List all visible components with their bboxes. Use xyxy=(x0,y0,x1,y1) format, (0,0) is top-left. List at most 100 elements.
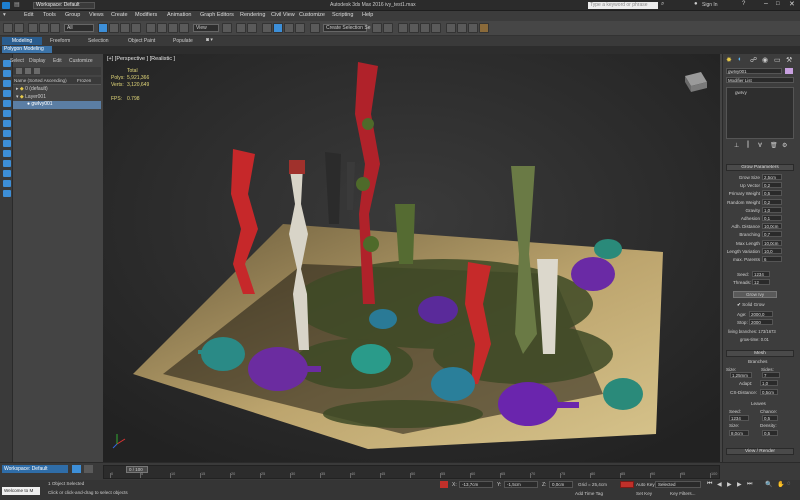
pin-stack-icon[interactable]: ⊥ xyxy=(734,142,739,149)
orbit-icon[interactable]: ◌ xyxy=(787,481,791,487)
sign-in-link[interactable]: Sign In xyxy=(702,2,718,8)
scene-tab-select[interactable]: Select xyxy=(10,58,24,64)
bind-space-warp-icon[interactable] xyxy=(50,23,60,33)
x-coord-field[interactable]: -13,7cm xyxy=(459,481,493,488)
search-input[interactable]: Type a keyword or phrase xyxy=(588,2,658,9)
undo-icon[interactable] xyxy=(3,23,13,33)
menu-create[interactable]: Create xyxy=(111,12,128,18)
menu-views[interactable]: Views xyxy=(89,12,104,18)
curve-editor-icon[interactable] xyxy=(420,23,430,33)
hierarchy-tab-icon[interactable]: ☍ xyxy=(750,56,757,64)
app-menu-icon[interactable]: ▾ xyxy=(3,12,6,18)
configure-sets-icon[interactable]: ⚙ xyxy=(782,142,787,149)
scene-tool-icon[interactable] xyxy=(3,120,11,127)
scene-tool-icon[interactable] xyxy=(3,180,11,187)
zoom-icon[interactable]: 🔍 xyxy=(765,481,772,488)
branch-size-input[interactable]: 1,25mm xyxy=(730,372,752,378)
schematic-view-icon[interactable] xyxy=(431,23,441,33)
isolate-toggle-icon[interactable] xyxy=(440,481,448,488)
scene-tool-icon[interactable] xyxy=(3,140,11,147)
percent-snap-icon[interactable] xyxy=(284,23,294,33)
filter-icon[interactable] xyxy=(34,68,40,74)
selection-region-icon[interactable] xyxy=(120,23,130,33)
unlink-icon[interactable] xyxy=(39,23,49,33)
adapt-input[interactable]: 1,0 xyxy=(760,380,778,386)
ribbon-options-icon[interactable]: ◙ ▾ xyxy=(206,37,213,43)
filter-icon[interactable] xyxy=(25,68,31,74)
menu-help[interactable]: Help xyxy=(362,12,373,18)
menu-modifiers[interactable]: Modifiers xyxy=(135,12,157,18)
menu-civil-view[interactable]: Civil View xyxy=(271,12,295,18)
column-frozen[interactable]: Frozen xyxy=(77,78,91,83)
show-end-result-icon[interactable]: ║ xyxy=(746,142,750,148)
window-crossing-icon[interactable] xyxy=(131,23,141,33)
param-input[interactable]: 10,0cm xyxy=(762,223,782,230)
create-tab-icon[interactable]: ✸ xyxy=(726,56,732,64)
keyboard-shortcut-icon[interactable] xyxy=(247,23,257,33)
perspective-viewport[interactable] xyxy=(103,54,720,462)
tab-freeform[interactable]: Freeform xyxy=(50,38,70,44)
menu-graph-editors[interactable]: Graph Editors xyxy=(200,12,234,18)
scene-tab-customize[interactable]: Customize xyxy=(69,58,93,64)
motion-tab-icon[interactable]: ◉ xyxy=(762,56,768,64)
select-link-icon[interactable] xyxy=(28,23,38,33)
move-icon[interactable] xyxy=(146,23,156,33)
leaves-seed-input[interactable]: 1234 xyxy=(729,415,749,421)
render-production-icon[interactable] xyxy=(479,23,489,33)
menu-rendering[interactable]: Rendering xyxy=(240,12,265,18)
app-logo-icon[interactable] xyxy=(2,2,10,9)
modifier-list-dropdown[interactable]: Modifier List xyxy=(726,77,794,83)
workspace-selector[interactable]: Workspace: Default xyxy=(2,465,68,473)
auto-key-button[interactable]: Auto Key xyxy=(636,482,655,487)
leaves-size-input[interactable]: 8,0cm xyxy=(729,430,749,436)
scene-explorer-toggle-icon[interactable] xyxy=(72,465,81,473)
quick-access-icon[interactable]: ▤ xyxy=(14,1,22,9)
display-tab-icon[interactable]: ▭ xyxy=(774,56,781,64)
timeline[interactable]: 0 / 100 0 5 10 15 20 25 30 35 40 45 50 55 60 65 70 75 80… xyxy=(103,465,720,479)
menu-group[interactable]: Group xyxy=(65,12,80,18)
mirror-icon[interactable] xyxy=(372,23,382,33)
spinner-snap-icon[interactable] xyxy=(295,23,305,33)
viewport-label[interactable]: [+] [Perspective ] [Realistic ] xyxy=(107,56,175,62)
param-input[interactable]: 1,0 xyxy=(762,206,782,213)
select-manipulate-icon[interactable] xyxy=(236,23,246,33)
modifier-stack-item[interactable]: gwIvy xyxy=(735,90,747,95)
rotate-icon[interactable] xyxy=(157,23,167,33)
scene-tool-icon[interactable] xyxy=(3,80,11,87)
select-by-name-icon[interactable] xyxy=(109,23,119,33)
scene-tab-edit[interactable]: Edit xyxy=(53,58,62,64)
layer-explorer-icon[interactable] xyxy=(398,23,408,33)
set-key-button[interactable]: Set Key xyxy=(636,491,652,496)
age-input[interactable]: 2000,0 xyxy=(749,311,773,317)
scale-icon[interactable] xyxy=(168,23,178,33)
next-frame-icon[interactable]: ▶ xyxy=(737,481,742,488)
scene-tool-icon[interactable] xyxy=(3,170,11,177)
scene-tool-icon[interactable] xyxy=(3,100,11,107)
grow-parameters-rollout[interactable]: Grow Parameters xyxy=(726,164,794,171)
solid-grow-checkbox[interactable]: ✔ Solid Grow xyxy=(737,302,765,309)
grow-ivy-button[interactable]: Grow Ivy xyxy=(733,291,777,298)
angle-snap-icon[interactable] xyxy=(273,23,283,33)
tree-row[interactable]: ▸ ◆ 0 (default) xyxy=(16,86,48,94)
go-to-end-icon[interactable]: ⏭ xyxy=(747,481,752,488)
threads-input[interactable]: 12 xyxy=(752,279,770,285)
scene-tool-icon[interactable] xyxy=(3,130,11,137)
seed-input[interactable]: 1234 xyxy=(752,271,770,277)
search-icon[interactable]: ⌕ xyxy=(661,1,664,8)
align-icon[interactable] xyxy=(383,23,393,33)
param-input[interactable]: 2,5cm xyxy=(762,174,782,180)
ribbon-toggle-icon[interactable] xyxy=(409,23,419,33)
stop-input[interactable]: 2000 xyxy=(749,319,773,325)
layer-toggle-icon[interactable] xyxy=(84,465,93,473)
scene-tool-icon[interactable] xyxy=(3,110,11,117)
modify-tab-icon[interactable]: ◐ xyxy=(738,56,742,63)
previous-frame-icon[interactable]: ◀ xyxy=(717,481,722,488)
scene-tool-icon[interactable] xyxy=(3,150,11,157)
param-input[interactable]: 0,2 xyxy=(762,198,782,205)
material-editor-icon[interactable] xyxy=(446,23,456,33)
param-input[interactable]: 10,0cm xyxy=(762,239,782,246)
param-input[interactable]: 0,5 xyxy=(762,190,782,197)
tree-row-selected[interactable]: ● gwIvy001 xyxy=(13,101,101,109)
tab-selection[interactable]: Selection xyxy=(88,38,109,44)
render-setup-icon[interactable] xyxy=(457,23,467,33)
